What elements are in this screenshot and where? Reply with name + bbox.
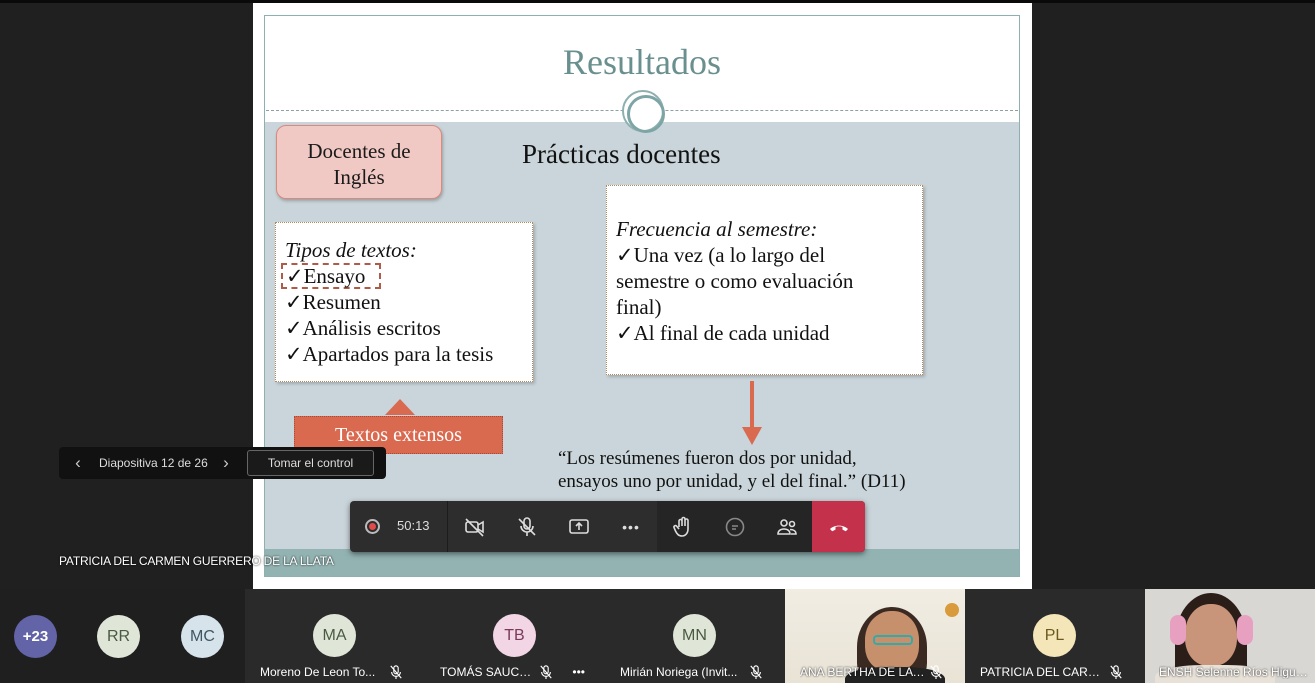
tipos-item: ✓Análisis escritos (285, 315, 532, 341)
previous-slide-button[interactable]: ‹ (69, 453, 87, 473)
tipos-de-textos-box: Tipos de textos: ✓Ensayo ✓Resumen ✓Análi… (275, 222, 533, 382)
arrow-up-icon (385, 399, 415, 415)
participant-name: TOMÁS SAUCE... (440, 665, 535, 679)
mic-muted-icon (750, 665, 762, 679)
mic-muted-icon (540, 665, 552, 679)
docentes-label-line2: Inglés (333, 165, 385, 189)
share-screen-button[interactable] (553, 501, 605, 552)
participant-video-tile[interactable]: ENSH Selenne Ríos Higuer... (1145, 589, 1315, 683)
avatar: PL (1033, 614, 1076, 657)
check-icon: ✓ (285, 290, 303, 314)
more-actions-button[interactable]: ••• (605, 501, 657, 552)
tipos-item-label: Apartados para la tesis (302, 342, 494, 366)
participant-tile[interactable]: MN Mirián Noriega (Invit... (605, 589, 785, 683)
tipos-item-label: Análisis escritos (302, 316, 441, 340)
participant-name: Moreno De Leon To... (260, 665, 376, 679)
headset-icon (1170, 615, 1186, 645)
hang-up-icon (829, 525, 848, 531)
slide-quote: “Los resúmenes fueron dos por unidad, en… (558, 447, 978, 493)
chat-icon (725, 517, 745, 536)
avatar[interactable]: MC (181, 615, 224, 658)
avatar: TB (493, 614, 536, 657)
participant-more-button[interactable]: ••• (572, 665, 585, 679)
participant-tile[interactable]: PL PATRICIA DEL CARM... (965, 589, 1145, 683)
slide-navigation: ‹ Diapositiva 12 de 26 › Tomar el contro… (59, 447, 386, 479)
tipos-item-label: Ensayo (303, 264, 366, 288)
frecuencia-item: ✓Una vez (a lo largo del (616, 242, 912, 268)
frecuencia-item-line: Al final de cada unidad (633, 321, 830, 345)
slide-title: Resultados (563, 42, 721, 82)
quote-line: “Los resúmenes fueron dos por unidad, (558, 448, 857, 469)
participant-name: ANA BERTHA DE LA ... (800, 665, 925, 679)
participants-button[interactable] (761, 501, 813, 552)
raise-hand-icon (673, 516, 689, 537)
frecuencia-heading: Frecuencia al semestre: (616, 217, 818, 241)
quote-line: ensayos uno por unidad, y el del final.”… (558, 471, 906, 492)
share-screen-icon (569, 518, 589, 534)
check-icon: ✓ (616, 321, 634, 345)
presenter-name: PATRICIA DEL CARMEN GUERRERO DE LA LLATA (59, 554, 334, 568)
recording-indicator: 50:13 (350, 501, 448, 552)
frecuencia-item: ✓Al final de cada unidad (616, 320, 912, 346)
docentes-label-box: Docentes de Inglés (276, 125, 442, 199)
avatar: MA (313, 614, 356, 657)
practicas-title: Prácticas docentes (522, 139, 721, 169)
participants-icon (777, 518, 797, 535)
take-control-button[interactable]: Tomar el control (247, 450, 374, 476)
leave-call-button[interactable] (812, 501, 865, 552)
frecuencia-item-line: final) (616, 295, 662, 319)
participant-video-tile[interactable]: ANA BERTHA DE LA ... (785, 589, 965, 683)
participant-name: ENSH Selenne Ríos Higuer... (1159, 665, 1311, 679)
tipos-item: ✓Ensayo (281, 263, 532, 289)
arrow-down-head-icon (742, 427, 762, 445)
tipos-item: ✓Apartados para la tesis (285, 341, 532, 367)
headset-icon (1237, 615, 1253, 645)
check-icon: ✓ (285, 316, 303, 340)
chat-button[interactable] (709, 501, 761, 552)
tipos-item-label: Resumen (302, 290, 381, 314)
participant-strip: +23 RR MC MA Moreno De Leon To... TB TOM… (0, 589, 1315, 683)
next-slide-button[interactable]: › (217, 453, 235, 473)
seal-image (945, 603, 959, 617)
arrow-down-icon (750, 381, 754, 431)
mic-off-icon (518, 516, 536, 536)
check-icon: ✓ (285, 342, 303, 366)
camera-toggle-button[interactable] (449, 501, 501, 552)
record-icon (365, 519, 380, 534)
circle-ornament-icon (622, 90, 665, 133)
glasses-shape (873, 635, 913, 645)
tipos-heading: Tipos de textos: (285, 238, 417, 262)
mic-muted-icon (1110, 665, 1122, 679)
mic-muted-icon (390, 665, 402, 679)
check-icon: ✓ (616, 243, 634, 267)
mic-toggle-button[interactable] (501, 501, 553, 552)
frecuencia-item-line: Una vez (a lo largo del (633, 243, 826, 267)
participant-video-face (1185, 604, 1237, 666)
meeting-timer: 50:13 (397, 518, 430, 533)
participant-tile[interactable]: TB TOMÁS SAUCE... ••• (425, 589, 605, 683)
avatar[interactable]: RR (97, 615, 140, 658)
frecuencia-box: Frecuencia al semestre: ✓Una vez (a lo l… (606, 185, 923, 375)
check-icon: ✓ (286, 264, 304, 288)
raise-hand-button[interactable] (657, 501, 709, 552)
shared-screen-stage: Resultados Docentes de Inglés Prácticas … (0, 0, 1315, 589)
tipos-item: ✓Resumen (285, 289, 532, 315)
mic-muted-icon (930, 665, 942, 679)
ensayo-highlight: ✓Ensayo (281, 263, 382, 289)
participant-name: PATRICIA DEL CARM... (980, 665, 1105, 679)
participant-name: Mirián Noriega (Invit... (620, 665, 738, 679)
participant-tile[interactable]: MA Moreno De Leon To... (245, 589, 425, 683)
docentes-label-line1: Docentes de (307, 139, 411, 163)
avatar: MN (673, 614, 716, 657)
more-participants-button[interactable]: +23 (14, 615, 57, 658)
meeting-control-bar: 50:13 ••• (350, 501, 865, 552)
frecuencia-item-line: semestre o como evaluación (616, 269, 854, 293)
camera-off-icon (465, 517, 484, 537)
slide-counter: Diapositiva 12 de 26 (99, 456, 208, 470)
